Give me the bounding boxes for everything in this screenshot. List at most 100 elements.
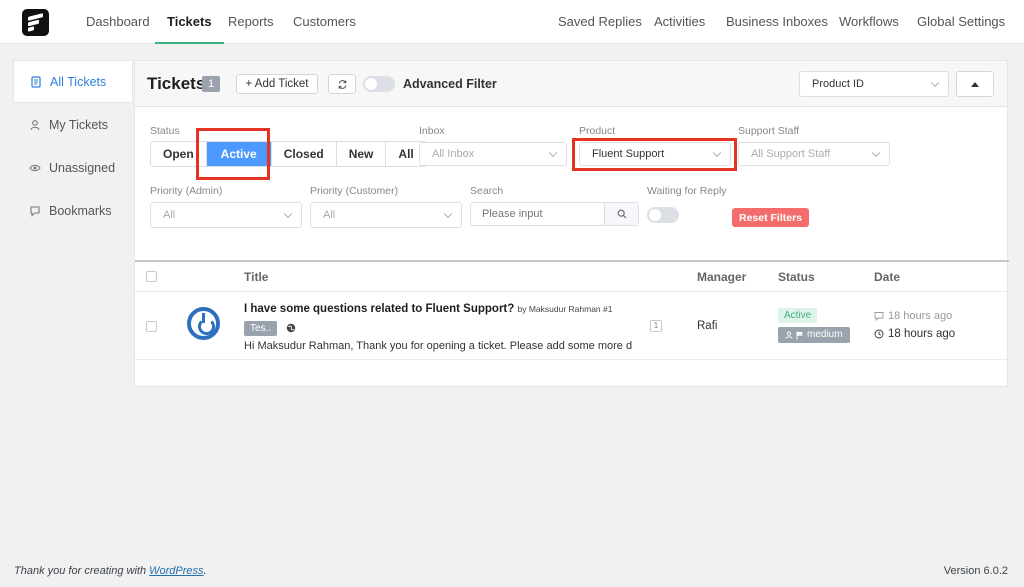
priority-admin-value: All bbox=[163, 209, 176, 221]
status-new[interactable]: New bbox=[337, 142, 387, 166]
nav-dashboard[interactable]: Dashboard bbox=[86, 0, 150, 44]
sidebar-item-unassigned[interactable]: Unassigned bbox=[13, 146, 133, 189]
footer-credit-suffix: . bbox=[203, 565, 207, 577]
inbox-filter-label: Inbox bbox=[419, 125, 445, 137]
nav-reports[interactable]: Reports bbox=[228, 0, 274, 44]
reply-count-badge: 1 bbox=[650, 320, 662, 332]
priority-customer-value: All bbox=[323, 209, 336, 221]
chevron-down-icon bbox=[871, 148, 881, 158]
priority-admin-label: Priority (Admin) bbox=[150, 185, 223, 197]
status-filter-label: Status bbox=[150, 125, 180, 137]
fluent-support-logo[interactable] bbox=[22, 9, 49, 36]
footer-credit-text: Thank you for creating with bbox=[14, 565, 150, 577]
created-date: 18 hours ago bbox=[874, 328, 955, 340]
created-date-text: 18 hours ago bbox=[888, 328, 956, 340]
sidebar-item-my-tickets[interactable]: My Tickets bbox=[13, 103, 133, 146]
chevron-down-icon bbox=[283, 209, 293, 219]
nav-activities[interactable]: Activities bbox=[654, 0, 705, 44]
priority-admin-select[interactable]: All bbox=[150, 202, 302, 228]
ticket-tag: Tes.. bbox=[244, 321, 278, 336]
chevron-down-icon bbox=[548, 148, 558, 158]
support-staff-value: All Support Staff bbox=[751, 148, 831, 160]
reset-filters-button[interactable]: Reset Filters bbox=[732, 208, 809, 227]
version-text: Version 6.0.2 bbox=[943, 565, 1008, 577]
search-icon bbox=[617, 209, 626, 219]
flag-icon bbox=[796, 331, 803, 339]
add-ticket-button[interactable]: + Add Ticket bbox=[236, 74, 318, 94]
footer-credit: Thank you for creating with WordPress. bbox=[14, 565, 207, 577]
priority-badge: medium bbox=[778, 327, 850, 343]
advanced-filter-toggle[interactable] bbox=[363, 76, 395, 92]
tickets-header: Tickets 1 + Add Ticket Advanced Filter P… bbox=[135, 61, 1007, 107]
column-title: Title bbox=[244, 270, 269, 284]
product-filter-label: Product bbox=[579, 125, 616, 137]
document-icon bbox=[31, 75, 41, 88]
ticket-excerpt: Hi Maksudur Rahman, Thank you for openin… bbox=[244, 340, 633, 352]
bookmark-icon bbox=[30, 205, 40, 217]
inbox-select-value: All Inbox bbox=[432, 148, 475, 160]
ticket-manager: Rafi bbox=[697, 320, 718, 332]
nav-global-settings[interactable]: Global Settings bbox=[917, 0, 1005, 44]
waiting-reply-label: Waiting for Reply bbox=[647, 185, 727, 197]
search-label: Search bbox=[470, 185, 504, 197]
sidebar-item-bookmarks[interactable]: Bookmarks bbox=[13, 189, 133, 232]
status-segmented-control: Open Active Closed New All bbox=[150, 141, 427, 167]
column-status: Status bbox=[778, 270, 815, 284]
refresh-icon bbox=[338, 79, 346, 89]
sidebar: All Tickets My Tickets Unassigned Bookma… bbox=[13, 60, 133, 232]
chevron-down-icon bbox=[712, 148, 722, 158]
ticket-title-line: I have some questions related to Fluent … bbox=[244, 303, 612, 315]
search-input[interactable] bbox=[471, 203, 604, 225]
status-open[interactable]: Open bbox=[151, 142, 207, 166]
support-staff-select[interactable]: All Support Staff bbox=[738, 142, 890, 166]
updated-date-text: 18 hours ago bbox=[888, 310, 953, 322]
customer-avatar bbox=[187, 307, 220, 340]
nav-business-inboxes[interactable]: Business Inboxes bbox=[726, 0, 828, 44]
waiting-reply-toggle[interactable] bbox=[647, 207, 679, 223]
search-button[interactable] bbox=[604, 203, 638, 225]
chevron-down-icon bbox=[443, 209, 453, 219]
clock-icon bbox=[874, 329, 884, 339]
inbox-select[interactable]: All Inbox bbox=[419, 142, 567, 166]
status-badge: Active bbox=[778, 308, 818, 323]
sidebar-item-label: My Tickets bbox=[49, 117, 109, 132]
nav-customers[interactable]: Customers bbox=[293, 0, 356, 44]
ticket-count-badge: 1 bbox=[202, 76, 220, 92]
updated-date: 18 hours ago bbox=[874, 310, 952, 322]
product-select-value: Fluent Support bbox=[592, 148, 665, 160]
chevron-down-icon bbox=[930, 78, 940, 88]
tickets-panel: Tickets 1 + Add Ticket Advanced Filter P… bbox=[134, 60, 1009, 387]
advanced-filter-label: Advanced Filter bbox=[403, 77, 497, 91]
ticket-title[interactable]: I have some questions related to Fluent … bbox=[244, 303, 514, 315]
sidebar-item-label: Bookmarks bbox=[49, 203, 112, 218]
priority-customer-label: Priority (Customer) bbox=[310, 185, 399, 197]
user-icon bbox=[785, 331, 793, 339]
top-nav: Dashboard Tickets Reports Customers Save… bbox=[0, 0, 1024, 44]
search-box bbox=[470, 202, 639, 226]
select-all-checkbox[interactable] bbox=[146, 271, 157, 282]
sidebar-item-label: All Tickets bbox=[50, 74, 107, 89]
refresh-button[interactable] bbox=[328, 74, 356, 94]
priority-label: medium bbox=[807, 329, 843, 340]
nav-tickets[interactable]: Tickets bbox=[155, 0, 224, 44]
sidebar-item-all-tickets[interactable]: All Tickets bbox=[13, 60, 133, 103]
column-manager: Manager bbox=[697, 270, 747, 284]
priority-customer-select[interactable]: All bbox=[310, 202, 462, 228]
caret-up-icon bbox=[971, 82, 979, 87]
page-title: Tickets bbox=[147, 74, 206, 93]
status-closed[interactable]: Closed bbox=[272, 142, 337, 166]
tickets-table-header: Title Manager Status Date bbox=[135, 260, 1009, 292]
user-icon bbox=[30, 119, 40, 130]
message-icon bbox=[874, 312, 884, 321]
sort-field-select[interactable]: Product ID bbox=[799, 71, 949, 97]
ticket-author: by Maksudur Rahman #1 bbox=[517, 304, 613, 314]
sort-field-value: Product ID bbox=[812, 78, 864, 90]
wordpress-link[interactable]: WordPress bbox=[149, 565, 203, 577]
table-row[interactable]: I have some questions related to Fluent … bbox=[135, 293, 1009, 360]
sort-order-button[interactable] bbox=[956, 71, 994, 97]
nav-saved-replies[interactable]: Saved Replies bbox=[558, 0, 642, 44]
status-active[interactable]: Active bbox=[206, 142, 272, 166]
nav-workflows[interactable]: Workflows bbox=[839, 0, 899, 44]
row-checkbox[interactable] bbox=[146, 321, 157, 332]
product-select[interactable]: Fluent Support bbox=[579, 142, 731, 166]
